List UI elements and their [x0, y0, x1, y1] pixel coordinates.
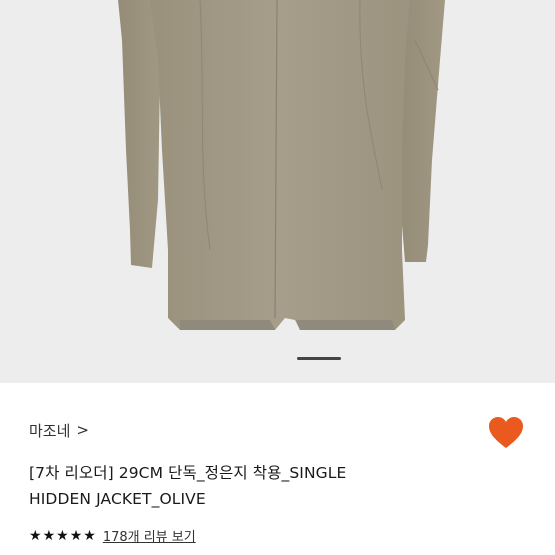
review-link[interactable]: 178개 리뷰 보기: [103, 526, 196, 545]
rating-row: ★ ★ ★ ★ ★ 178개 리뷰 보기: [29, 526, 196, 546]
star-icon: ★: [69, 527, 83, 544]
star-icon: ★: [42, 527, 56, 544]
product-title-line1: [7차 리오더] 29CM 단독_정은지 착용_SINGLE: [29, 464, 347, 482]
brand-link[interactable]: 마조네 >: [29, 420, 89, 441]
jacket-illustration: [0, 0, 555, 383]
carousel-indicator: [297, 357, 341, 360]
star-icon: ★: [56, 527, 69, 544]
heart-icon: [489, 417, 523, 448]
brand-name: 마조네: [29, 422, 71, 440]
product-page: 마조네 > [7차 리오더] 29CM 단독_정은지 착용_SINGLE HID…: [0, 0, 555, 555]
product-image[interactable]: [0, 0, 555, 383]
star-icon: ★: [29, 527, 42, 544]
product-title-line2: HIDDEN JACKET_OLIVE: [29, 490, 206, 508]
star-rating: ★ ★ ★ ★ ★: [29, 529, 96, 543]
wishlist-button[interactable]: [486, 413, 526, 453]
chevron-right-icon: >: [76, 421, 89, 439]
star-icon: ★: [83, 527, 96, 544]
product-info: 마조네 > [7차 리오더] 29CM 단독_정은지 착용_SINGLE HID…: [0, 383, 555, 555]
product-title: [7차 리오더] 29CM 단독_정은지 착용_SINGLE HIDDEN JA…: [29, 460, 499, 512]
